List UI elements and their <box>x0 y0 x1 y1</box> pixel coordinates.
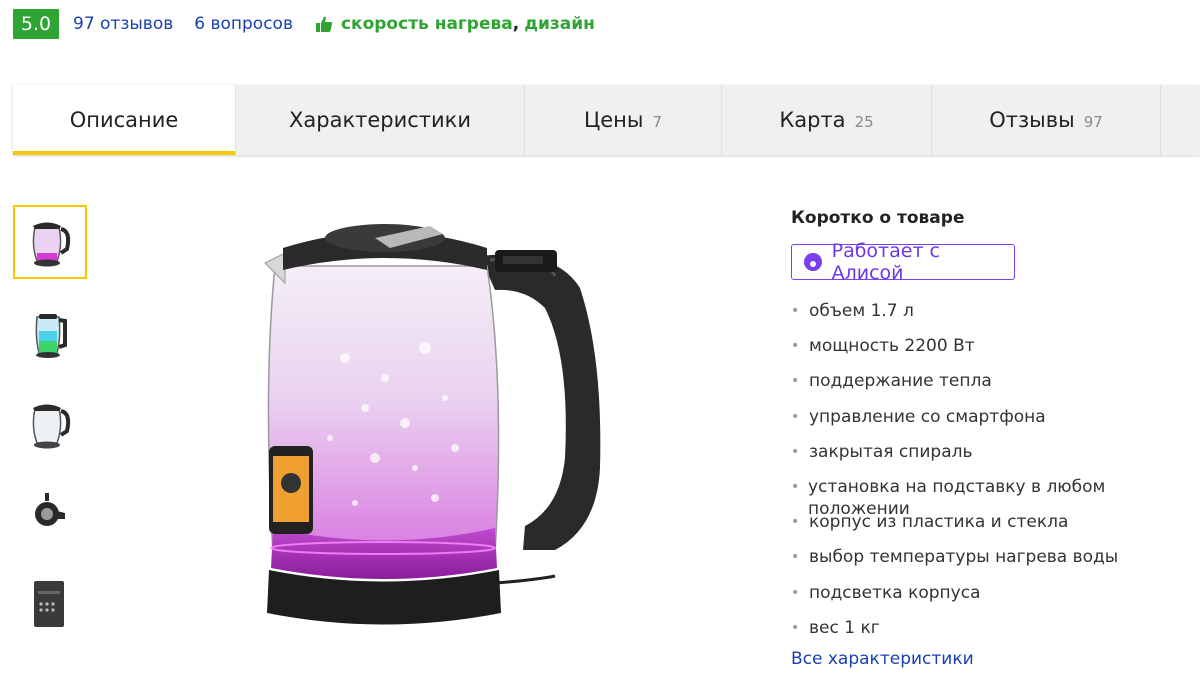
feature-text: вес 1 кг <box>809 617 880 638</box>
glass-kettle-pink-glow-image-icon <box>264 224 601 625</box>
list-item: • вес 1 кг <box>791 617 1191 652</box>
feature-text: управление со смартфона <box>809 406 1046 427</box>
pros-separator: , <box>512 14 520 34</box>
feature-text: подсветка корпуса <box>809 582 981 603</box>
bullet-icon: • <box>791 584 800 601</box>
tab-reviews[interactable]: Отзывы 97 <box>932 85 1161 155</box>
list-item: • управление со смартфона <box>791 406 1191 441</box>
feature-list: • объем 1.7 л • мощность 2200 Вт • поддержа… <box>791 300 1191 652</box>
thumbnail-3[interactable] <box>13 387 87 461</box>
tab-more[interactable] <box>1161 85 1200 155</box>
tab-prices-count: 7 <box>652 112 663 131</box>
thumbnail-5[interactable] <box>13 567 87 641</box>
summary-title: Коротко о товаре <box>791 208 965 228</box>
thumbs-up-icon <box>315 16 333 32</box>
tab-specifications-label: Характеристики <box>288 108 472 132</box>
tab-map-label: Карта <box>779 108 846 132</box>
bullet-icon: • <box>791 408 800 425</box>
pros-item-1: скорость нагрева <box>340 14 513 34</box>
list-item: • установка на подставку в любом положени… <box>791 476 1191 519</box>
feature-text: выбор температуры нагрева воды <box>809 547 1119 568</box>
tab-specifications[interactable]: Характеристики <box>236 85 525 155</box>
kettle-top-view-thumbnail-icon <box>35 493 65 526</box>
bullet-icon: • <box>791 373 800 390</box>
alice-button-label: Работает с Алисой <box>831 240 941 284</box>
kettle-clear-thumbnail-icon <box>32 404 71 449</box>
pros-summary: скорость нагрева , дизайн <box>315 14 595 34</box>
all-specs-link[interactable]: Все характеристики <box>791 649 974 669</box>
list-item: • мощность 2200 Вт <box>791 335 1191 370</box>
kettle-green-thumbnail-icon <box>35 314 67 358</box>
thumbnail-2[interactable] <box>13 297 87 371</box>
alice-button[interactable]: Работает с Алисой <box>791 240 1015 284</box>
bullet-icon: • <box>791 303 800 319</box>
feature-text: закрытая спираль <box>809 441 973 462</box>
tab-map[interactable]: Карта 25 <box>722 85 932 155</box>
kettle-control-panel-thumbnail-icon <box>34 581 64 627</box>
feature-text: корпус из пластика и стекла <box>809 512 1069 533</box>
feature-text: поддержание тепла <box>809 371 992 392</box>
list-item: • подсветка корпуса <box>791 582 1191 617</box>
bullet-icon: • <box>791 478 800 495</box>
bullet-icon: • <box>791 338 800 355</box>
list-item: • поддержание тепла <box>791 370 1191 405</box>
feature-text: объем 1.7 л <box>809 301 914 321</box>
rating-badge: 5.0 <box>13 9 59 39</box>
kettle-pink-thumbnail-icon <box>32 222 71 267</box>
product-tabs: Описание Характеристики Цены 7 Карта 25 … <box>13 85 1200 155</box>
bullet-icon: • <box>791 619 800 636</box>
questions-link[interactable]: 6 вопросов <box>194 14 293 34</box>
list-item: • закрытая спираль <box>791 441 1191 476</box>
thumbnail-1[interactable] <box>13 205 87 279</box>
alice-icon <box>804 253 822 271</box>
bullet-icon: • <box>791 514 800 531</box>
tab-description[interactable]: Описание <box>13 85 236 155</box>
rating-row: 5.0 97 отзывов 6 вопросов скорость нагре… <box>13 9 595 39</box>
tab-prices-label: Цены <box>583 108 644 132</box>
tab-reviews-count: 97 <box>1083 112 1103 131</box>
product-summary: Коротко о товаре Работает с Алисой • объе… <box>791 208 1191 669</box>
tab-map-count: 25 <box>854 112 874 131</box>
list-item: • объем 1.7 л <box>791 300 1191 335</box>
reviews-link[interactable]: 97 отзывов <box>73 14 173 34</box>
product-main-image[interactable] <box>255 208 625 648</box>
bullet-icon: • <box>791 443 800 460</box>
feature-text: мощность 2200 Вт <box>809 336 975 357</box>
list-item: • выбор температуры нагрева воды <box>791 546 1191 581</box>
tab-reviews-label: Отзывы <box>989 108 1075 132</box>
tab-description-label: Описание <box>69 108 179 132</box>
thumbnail-4[interactable] <box>13 477 87 551</box>
bullet-icon: • <box>791 549 800 566</box>
pros-item-2: дизайн <box>524 14 595 34</box>
tab-prices[interactable]: Цены 7 <box>525 85 722 155</box>
